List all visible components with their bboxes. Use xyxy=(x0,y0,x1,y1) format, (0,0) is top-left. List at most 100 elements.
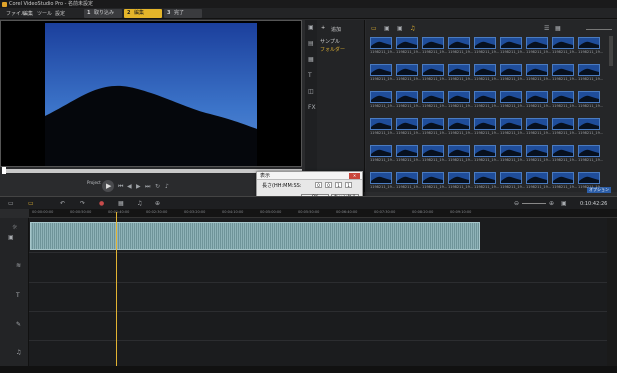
media-thumbnail[interactable]: 1198211_19... xyxy=(552,145,577,163)
seconds-field[interactable]: 1 xyxy=(335,182,342,188)
zoom-in-icon[interactable]: ⊕ xyxy=(549,200,554,207)
play-button[interactable]: ▶ xyxy=(102,180,114,192)
redo-icon[interactable]: ↷ xyxy=(80,200,85,207)
media-thumbnail[interactable]: 1198211_19... xyxy=(370,64,395,82)
media-thumbnail[interactable]: 1198211_19... xyxy=(422,145,447,163)
media-thumbnail[interactable]: 1198211_19... xyxy=(370,145,395,163)
media-thumbnail[interactable]: 1198211_19... xyxy=(578,172,603,190)
tab-edit[interactable]: 2 編集 xyxy=(124,9,162,18)
media-thumbnail[interactable]: 1198211_19... xyxy=(578,118,603,136)
media-thumbnail[interactable]: 1198211_19... xyxy=(370,37,395,55)
add-folder-icon[interactable]: + xyxy=(321,25,325,31)
auto-music-icon[interactable]: ♫ xyxy=(137,200,142,207)
list-view-icon[interactable]: ☰ xyxy=(544,25,549,32)
timeline-ruler[interactable]: 00:00:00:00 00:00:50:00 00:01:40:00 00:02:3… xyxy=(29,209,617,218)
end-icon[interactable]: ⏭ xyxy=(145,183,150,191)
video-clip[interactable] xyxy=(30,222,480,250)
motion-track-icon[interactable]: ⊕ xyxy=(155,200,160,207)
media-thumbnail[interactable]: 1198211_19... xyxy=(422,37,447,55)
folder-icon[interactable]: ▭ xyxy=(371,25,377,32)
media-thumbnail[interactable]: 1198211_19... xyxy=(526,64,551,82)
transition-icon[interactable]: ▦ xyxy=(308,56,314,63)
media-thumbnail[interactable]: 1198211_19... xyxy=(500,172,525,190)
fx-icon[interactable]: FX xyxy=(308,104,316,111)
video-filter-icon[interactable]: ▣ xyxy=(384,25,390,32)
timeline-view-icon[interactable]: ▭ xyxy=(28,200,34,207)
media-thumbnail[interactable]: 1198211_19... xyxy=(422,172,447,190)
media-thumbnail[interactable]: 1198211_19... xyxy=(552,91,577,109)
add-folder-label[interactable]: 追加 xyxy=(331,26,341,33)
frames-field[interactable]: 1 xyxy=(345,182,352,188)
timeline-scrollbar[interactable] xyxy=(607,218,617,368)
media-thumbnail[interactable]: 1198211_19... xyxy=(500,64,525,82)
media-thumbnail[interactable]: 1198211_19... xyxy=(552,172,577,190)
repeat-icon[interactable]: ↻ xyxy=(155,183,160,190)
mixer-icon[interactable]: ▦ xyxy=(118,200,124,207)
media-thumbnail[interactable]: 1198211_19... xyxy=(474,64,499,82)
media-thumbnail[interactable]: 1198211_19... xyxy=(396,145,421,163)
media-thumbnail[interactable]: 1198211_19... xyxy=(526,118,551,136)
menu-tools[interactable]: ツール xyxy=(37,10,52,17)
media-thumbnail[interactable]: 1198211_19... xyxy=(422,91,447,109)
project-mode-label[interactable]: Project xyxy=(87,180,101,185)
media-thumbnail[interactable]: 1198211_19... xyxy=(526,145,551,163)
media-thumbnail[interactable]: 1198211_19... xyxy=(448,91,473,109)
media-thumbnail[interactable]: 1198211_19... xyxy=(448,172,473,190)
media-thumbnail[interactable]: 1198211_19... xyxy=(552,118,577,136)
media-thumbnail[interactable]: 1198211_19... xyxy=(578,64,603,82)
media-thumbnail[interactable]: 1198211_19... xyxy=(396,172,421,190)
hours-field[interactable]: 0 xyxy=(315,182,322,188)
media-thumbnail[interactable]: 1198211_19... xyxy=(448,145,473,163)
home-icon[interactable]: ⏮ xyxy=(118,183,123,191)
playhead[interactable] xyxy=(116,212,117,366)
library-scrollbar[interactable] xyxy=(609,36,613,66)
menu-settings[interactable]: 設定 xyxy=(55,10,65,17)
media-icon[interactable]: ▣ xyxy=(308,24,314,31)
media-thumbnail[interactable]: 1198211_19... xyxy=(578,145,603,163)
tab-share[interactable]: 3 完了 xyxy=(164,9,202,18)
zoom-out-icon[interactable]: ⊖ xyxy=(514,200,519,207)
media-thumbnail[interactable]: 1198211_19... xyxy=(370,172,395,190)
media-thumbnail[interactable]: 1198211_19... xyxy=(474,145,499,163)
media-thumbnail[interactable]: 1198211_19... xyxy=(396,64,421,82)
title-icon[interactable]: T xyxy=(308,72,312,79)
thumbnail-view-icon[interactable]: ▦ xyxy=(555,25,561,32)
media-thumbnail[interactable]: 1198211_19... xyxy=(526,37,551,55)
media-thumbnail[interactable]: 1198211_19... xyxy=(552,37,577,55)
media-thumbnail[interactable]: 1198211_19... xyxy=(448,118,473,136)
folder-sample[interactable]: サンプル xyxy=(320,38,340,45)
media-thumbnail[interactable]: 1198211_19... xyxy=(526,172,551,190)
next-frame-icon[interactable]: ▶ xyxy=(136,183,141,190)
media-thumbnail[interactable]: 1198211_19... xyxy=(422,64,447,82)
media-thumbnail[interactable]: 1198211_19... xyxy=(578,91,603,109)
photo-filter-icon[interactable]: ▣ xyxy=(397,25,403,32)
media-thumbnail[interactable]: 1198211_19... xyxy=(422,118,447,136)
graphics-icon[interactable]: ◫ xyxy=(308,88,314,95)
media-thumbnail[interactable]: 1198211_19... xyxy=(474,91,499,109)
media-thumbnail[interactable]: 1198211_19... xyxy=(526,91,551,109)
folder-folder[interactable]: フォルダー xyxy=(320,46,345,53)
tab-capture[interactable]: 1 取り込み xyxy=(84,9,122,18)
storyboard-view-icon[interactable]: ▭ xyxy=(8,200,14,207)
thumb-size-slider[interactable] xyxy=(586,29,612,30)
media-thumbnail[interactable]: 1198211_19... xyxy=(500,118,525,136)
media-thumbnail[interactable]: 1198211_19... xyxy=(552,64,577,82)
media-thumbnail[interactable]: 1198211_19... xyxy=(448,64,473,82)
media-thumbnail[interactable]: 1198211_19... xyxy=(578,37,603,55)
scrub-handle[interactable] xyxy=(2,167,6,174)
menu-edit[interactable]: 編集 xyxy=(23,10,33,17)
media-thumbnail[interactable]: 1198211_19... xyxy=(500,37,525,55)
media-thumbnail[interactable]: 1198211_19... xyxy=(448,37,473,55)
media-thumbnail[interactable]: 1198211_19... xyxy=(396,91,421,109)
media-thumbnail[interactable]: 1198211_19... xyxy=(370,91,395,109)
preview-window[interactable] xyxy=(0,20,302,167)
zoom-slider[interactable] xyxy=(522,203,546,204)
media-thumbnail[interactable]: 1198211_19... xyxy=(396,37,421,55)
media-thumbnail[interactable]: 1198211_19... xyxy=(474,172,499,190)
timecode[interactable]: 0:10:42:26 xyxy=(580,201,607,207)
record-icon[interactable]: ● xyxy=(99,200,104,207)
media-thumbnail[interactable]: 1198211_19... xyxy=(500,91,525,109)
fit-project-icon[interactable]: ▣ xyxy=(561,200,567,207)
audio-filter-icon[interactable]: ♫ xyxy=(410,25,415,32)
media-thumbnail[interactable]: 1198211_19... xyxy=(474,37,499,55)
